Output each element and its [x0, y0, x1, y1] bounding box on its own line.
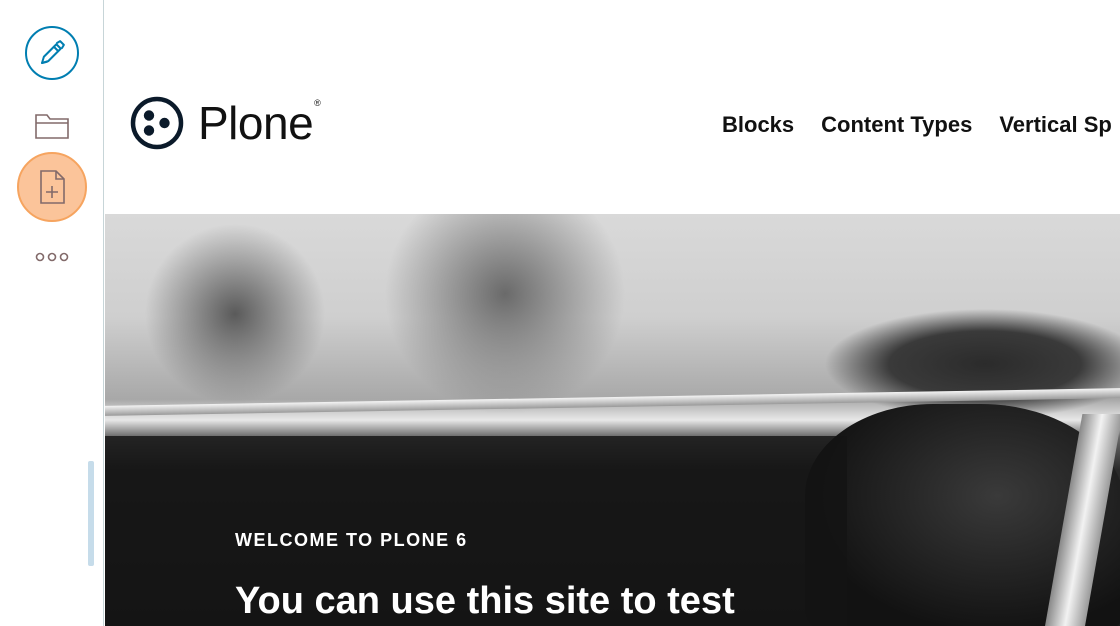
more-icon: [35, 252, 69, 262]
logo-text: Plone: [198, 97, 314, 149]
nav-item-content-types[interactable]: Content Types: [821, 112, 972, 138]
nav-item-blocks[interactable]: Blocks: [722, 112, 794, 138]
site-logo[interactable]: Plone ®: [130, 96, 321, 150]
registered-mark: ®: [314, 98, 321, 108]
more-button[interactable]: [32, 246, 72, 268]
main-navigation: Blocks Content Types Vertical Sp: [722, 112, 1120, 138]
hero-title: You can use this site to test: [235, 580, 735, 622]
scroll-indicator[interactable]: [88, 461, 94, 566]
cms-toolbar: [0, 0, 104, 626]
hero-banner: WELCOME TO PLONE 6 You can use this site…: [105, 214, 1120, 626]
hero-kicker: WELCOME TO PLONE 6: [235, 530, 468, 550]
contents-button[interactable]: [32, 108, 72, 144]
add-document-icon: [40, 170, 65, 204]
site-header: Plone ® Blocks Content Types Vertical Sp: [105, 0, 1120, 214]
folder-icon: [35, 114, 69, 139]
add-button[interactable]: [17, 152, 87, 222]
plone-logo-icon: [130, 96, 184, 150]
pencil-icon: [41, 40, 65, 64]
edit-button[interactable]: [25, 26, 79, 80]
hero-text-card: WELCOME TO PLONE 6 You can use this site…: [105, 436, 847, 626]
nav-item-vertical-spacing[interactable]: Vertical Sp: [999, 112, 1112, 138]
